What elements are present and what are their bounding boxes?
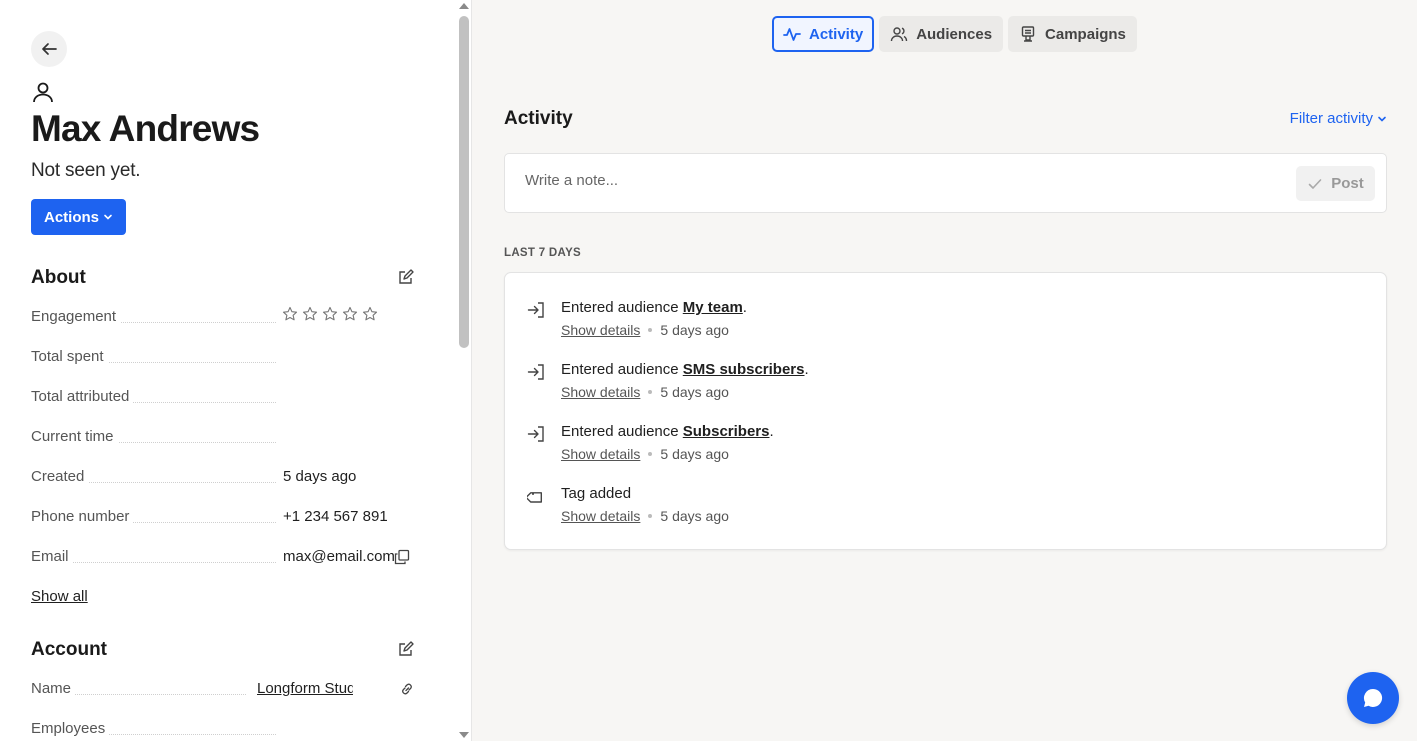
about-row-label: Current time xyxy=(31,428,118,445)
star-icon xyxy=(362,306,378,321)
enter-icon xyxy=(527,302,544,318)
note-input[interactable] xyxy=(525,172,1225,189)
post-label: Post xyxy=(1331,175,1364,192)
person-icon xyxy=(33,82,53,103)
scroll-down-arrow[interactable] xyxy=(459,732,469,738)
activity-text: Entered audience SMS subscribers. xyxy=(561,361,809,378)
activity-item: Entered audience SMS subscribers. Show d… xyxy=(527,361,1347,407)
arrow-left-icon xyxy=(42,43,57,55)
about-row-label: Engagement xyxy=(31,308,121,325)
activity-meta: Show details 5 days ago xyxy=(561,508,729,524)
activity-time: 5 days ago xyxy=(660,508,729,524)
activity-text: Entered audience Subscribers. xyxy=(561,423,774,440)
about-title: About xyxy=(31,267,86,288)
tab-label: Audiences xyxy=(916,25,993,43)
about-row-current-time: Current time xyxy=(31,428,421,448)
audience-link[interactable]: My team xyxy=(683,299,743,316)
show-details-link[interactable]: Show details xyxy=(561,508,640,524)
profile-panel: Max Andrews Not seen yet. Actions About … xyxy=(0,0,456,741)
activity-text: Entered audience My team. xyxy=(561,299,747,316)
activity-panel: Activity Audiences Campaigns Activity Fi… xyxy=(472,0,1417,741)
left-scrollbar[interactable] xyxy=(456,0,472,741)
filter-label: Filter activity xyxy=(1289,110,1373,127)
about-row-engagement: Engagement xyxy=(31,306,421,328)
profile-name: Max Andrews xyxy=(31,108,260,149)
profile-status: Not seen yet. xyxy=(31,160,141,181)
activity-title: Activity xyxy=(504,108,573,129)
period-heading: LAST 7 DAYS xyxy=(504,247,582,259)
account-row-label: Employees xyxy=(31,720,110,737)
show-all-link[interactable]: Show all xyxy=(31,588,88,605)
star-icon xyxy=(282,306,298,321)
show-details-link[interactable]: Show details xyxy=(561,384,640,400)
tab-activity[interactable]: Activity xyxy=(772,16,875,52)
about-row-email: Email max@email.com xyxy=(31,548,421,568)
scroll-up-arrow[interactable] xyxy=(459,3,469,9)
chat-button[interactable] xyxy=(1347,672,1399,724)
check-icon xyxy=(1308,178,1322,189)
account-row-name: Name Longform Stud xyxy=(31,680,421,700)
copy-icon[interactable] xyxy=(394,549,410,565)
activity-time: 5 days ago xyxy=(660,322,729,338)
campaigns-icon xyxy=(1021,26,1035,42)
about-row-label: Total spent xyxy=(31,348,108,365)
account-name-link[interactable]: Longform Stud xyxy=(257,680,353,697)
tag-icon xyxy=(527,492,543,503)
account-row-employees: Employees xyxy=(31,720,421,740)
star-icon xyxy=(302,306,318,321)
about-row-value: 5 days ago xyxy=(283,468,357,485)
back-button[interactable] xyxy=(31,31,67,67)
chat-bubble-icon xyxy=(1363,688,1383,707)
scroll-thumb[interactable] xyxy=(459,16,469,348)
audience-link[interactable]: Subscribers xyxy=(683,423,770,440)
chevron-down-icon xyxy=(1378,116,1386,122)
activity-item: Entered audience Subscribers. Show detai… xyxy=(527,423,1347,469)
account-row-label: Name xyxy=(31,680,76,697)
about-row-value: max@email.com xyxy=(283,548,395,565)
about-row-total-spent: Total spent xyxy=(31,348,421,368)
activity-item: Tag added Show details 5 days ago xyxy=(527,485,1347,531)
edit-about-icon[interactable] xyxy=(398,269,414,285)
about-row-label: Phone number xyxy=(31,508,134,525)
activity-meta: Show details 5 days ago xyxy=(561,446,729,462)
audience-link[interactable]: SMS subscribers xyxy=(683,361,805,378)
about-row-phone: Phone number +1 234 567 891 xyxy=(31,508,421,528)
activity-meta: Show details 5 days ago xyxy=(561,384,729,400)
about-row-label: Email xyxy=(31,548,73,565)
actions-label: Actions xyxy=(43,208,99,226)
about-row-total-attributed: Total attributed xyxy=(31,388,421,408)
chevron-down-icon xyxy=(104,214,112,220)
about-row-value: +1 234 567 891 xyxy=(283,508,388,525)
about-row-label: Created xyxy=(31,468,89,485)
tab-label: Campaigns xyxy=(1045,25,1126,43)
star-icon xyxy=(342,306,358,321)
activity-meta: Show details 5 days ago xyxy=(561,322,729,338)
activity-text: Tag added xyxy=(561,485,632,502)
note-composer: Post xyxy=(504,153,1387,213)
link-icon[interactable] xyxy=(399,681,415,697)
show-details-link[interactable]: Show details xyxy=(561,322,640,338)
activity-time: 5 days ago xyxy=(660,446,729,462)
filter-activity-button[interactable]: Filter activity xyxy=(1290,110,1387,127)
edit-account-icon[interactable] xyxy=(398,641,414,657)
show-details-link[interactable]: Show details xyxy=(561,446,640,462)
activity-time: 5 days ago xyxy=(660,384,729,400)
activity-pulse-icon xyxy=(783,28,801,41)
enter-icon xyxy=(527,426,544,442)
actions-button[interactable]: Actions xyxy=(31,199,126,235)
tab-campaigns[interactable]: Campaigns xyxy=(1008,16,1137,52)
post-button[interactable]: Post xyxy=(1296,166,1375,201)
activity-item: Entered audience My team. Show details 5… xyxy=(527,299,1347,345)
users-icon xyxy=(890,27,908,42)
engagement-stars xyxy=(282,306,378,322)
account-title: Account xyxy=(31,639,107,660)
about-row-label: Total attributed xyxy=(31,388,134,405)
star-icon xyxy=(322,306,338,321)
activity-feed: Entered audience My team. Show details 5… xyxy=(504,272,1387,550)
enter-icon xyxy=(527,364,544,380)
tab-bar: Activity Audiences Campaigns xyxy=(772,16,1137,52)
about-row-created: Created 5 days ago xyxy=(31,468,421,488)
tab-label: Activity xyxy=(809,25,864,43)
tab-audiences[interactable]: Audiences xyxy=(879,16,1004,52)
